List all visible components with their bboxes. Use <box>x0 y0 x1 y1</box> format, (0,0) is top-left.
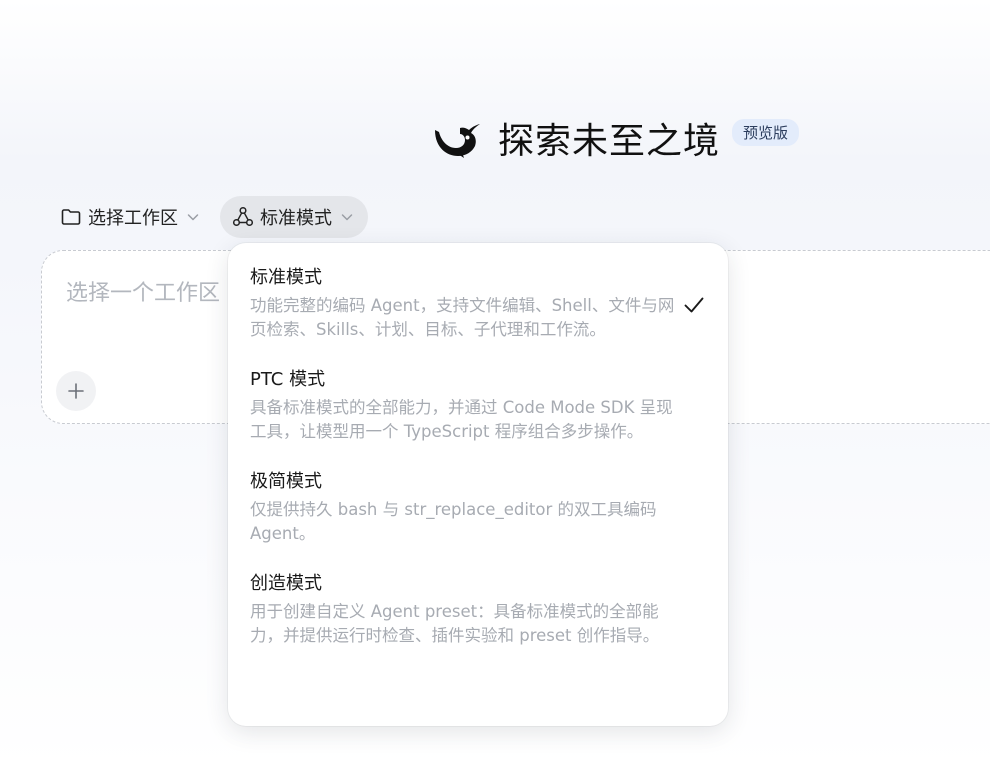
preview-badge: 预览版 <box>732 118 800 146</box>
chevron-down-icon <box>341 214 353 221</box>
mode-option-label: PTC 模式 <box>250 369 326 390</box>
app-title: 探索未至之境 <box>498 121 721 162</box>
triangle-nodes-icon <box>232 206 254 227</box>
mode-option-description: 功能完整的编码 Agent，支持文件编辑、Shell、文件与网页检索、Skill… <box>250 296 675 339</box>
mode-option-label: 标准模式 <box>250 267 322 288</box>
mode-option-minimal[interactable]: 极简模式 仅提供持久 bash 与 str_replace_editor 的双工… <box>228 469 728 546</box>
workspace-label: 选择工作区 <box>88 208 178 229</box>
plus-icon <box>68 383 84 399</box>
mode-selector[interactable]: 标准模式 <box>220 196 368 238</box>
mode-option-description: 仅提供持久 bash 与 str_replace_editor 的双工具编码 A… <box>250 500 657 543</box>
whale-logo-icon <box>435 124 480 158</box>
mode-option-description: 具备标准模式的全部能力，并通过 Code Mode SDK 呈现工具，让模型用一… <box>250 398 673 441</box>
add-button[interactable] <box>56 371 96 411</box>
composer-toolbar: 选择工作区 标准模式 <box>52 196 368 238</box>
mode-option-label: 创造模式 <box>250 573 322 594</box>
mode-option-standard[interactable]: 标准模式 功能完整的编码 Agent，支持文件编辑、Shell、文件与网页检索、… <box>228 265 728 342</box>
checkmark-icon <box>684 297 704 313</box>
folder-icon <box>61 209 81 225</box>
mode-option-label: 极简模式 <box>250 471 322 492</box>
mode-option-ptc[interactable]: PTC 模式 具备标准模式的全部能力，并通过 Code Mode SDK 呈现工… <box>228 367 728 444</box>
mode-dropdown: 标准模式 功能完整的编码 Agent，支持文件编辑、Shell、文件与网页检索、… <box>228 243 728 726</box>
mode-option-description: 用于创建自定义 Agent preset：具备标准模式的全部能力，并提供运行时检… <box>250 602 660 645</box>
mode-label: 标准模式 <box>260 208 332 229</box>
mode-option-create[interactable]: 创造模式 用于创建自定义 Agent preset：具备标准模式的全部能力，并提… <box>228 571 728 648</box>
chevron-down-icon <box>187 214 199 221</box>
composer-placeholder: 选择一个工作区 <box>66 281 221 306</box>
header: 探索未至之境 预览版 <box>430 112 800 164</box>
workspace-selector[interactable]: 选择工作区 <box>52 196 208 238</box>
